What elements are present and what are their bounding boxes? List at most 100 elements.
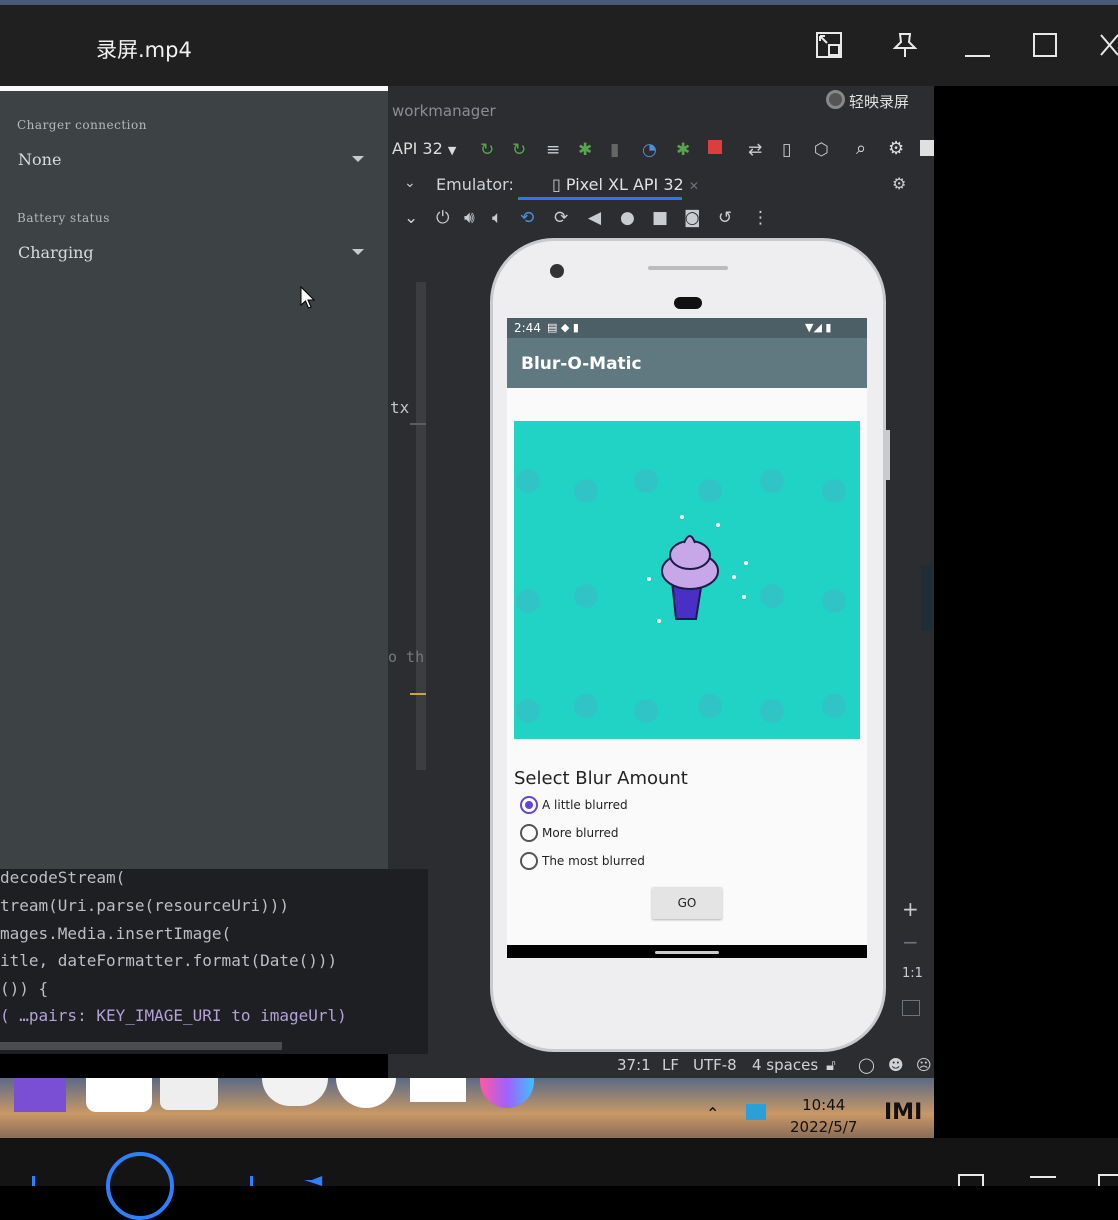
- go-button[interactable]: GO: [652, 887, 722, 919]
- select-blur-label: Select Blur Amount: [514, 768, 688, 789]
- attach-icon[interactable]: ▮: [610, 140, 619, 160]
- taskbar-app-icon[interactable]: [410, 1078, 466, 1102]
- attach-debugger-icon[interactable]: ✱: [676, 140, 690, 160]
- tab-pixel-xl[interactable]: ▯ Pixel XL API 32 ✕: [552, 175, 699, 194]
- apply-changes-icon[interactable]: ↻: [512, 140, 526, 160]
- sync-gradle-icon[interactable]: ⇄: [748, 140, 762, 160]
- battery-status-select[interactable]: Charging: [18, 243, 94, 262]
- side-panel-handle[interactable]: [921, 565, 933, 631]
- volume-down-icon[interactable]: 🔈︎: [492, 208, 502, 228]
- stop-icon[interactable]: [708, 140, 722, 154]
- zoom-actual-size-button[interactable]: 1:1: [902, 966, 923, 981]
- radio-most-blurred[interactable]: [520, 852, 538, 870]
- front-camera: [550, 264, 564, 278]
- power-side-button[interactable]: [886, 430, 890, 480]
- code-line: tream(Uri.parse(resourceUri))): [0, 896, 289, 915]
- rerun-icon[interactable]: ↻: [480, 140, 494, 160]
- avatar[interactable]: [920, 140, 934, 156]
- line-separator[interactable]: LF: [662, 1056, 679, 1074]
- logcat-icon[interactable]: ≡: [546, 140, 560, 160]
- picture-in-picture-icon[interactable]: [814, 30, 844, 60]
- option-label: More blurred: [542, 826, 619, 840]
- clock-time: 10:44: [802, 1096, 846, 1114]
- code-line: decodeStream(: [0, 868, 126, 887]
- rotate-left-icon[interactable]: ⟲: [520, 208, 534, 228]
- emulator-settings-icon[interactable]: ⚙: [892, 174, 906, 193]
- record-icon: [826, 90, 845, 109]
- minimize-icon[interactable]: [962, 30, 992, 60]
- more-icon[interactable]: ⋮: [752, 208, 769, 228]
- settings-gear-icon[interactable]: ⚙: [888, 138, 904, 159]
- feedback-happy-icon[interactable]: ☻: [888, 1056, 904, 1074]
- rotate-right-icon[interactable]: ⟳: [554, 208, 568, 228]
- device-selector[interactable]: API 32 ▼: [392, 139, 456, 158]
- volume-up-icon[interactable]: 🔊︎: [464, 208, 475, 228]
- tray-app-icon[interactable]: [746, 1104, 766, 1120]
- settings-sliders-icon[interactable]: [1030, 1176, 1056, 1188]
- overview-icon[interactable]: ■: [652, 208, 668, 228]
- vertical-scrollbar[interactable]: [416, 282, 426, 770]
- sdk-manager-icon[interactable]: ⬡: [814, 140, 829, 160]
- proximity-sensor: [674, 297, 702, 309]
- event-log-icon[interactable]: ◯: [858, 1056, 875, 1074]
- taskbar-app-icon[interactable]: [86, 1078, 152, 1112]
- zoom-out-button[interactable]: −: [902, 930, 919, 954]
- previous-icon[interactable]: [32, 1176, 57, 1186]
- radio-a-little-blurred[interactable]: [520, 796, 538, 814]
- charger-connection-select[interactable]: None: [18, 150, 61, 169]
- chevron-down-icon[interactable]: ⌄: [404, 175, 416, 191]
- back-icon[interactable]: ◀: [588, 208, 601, 228]
- mouse-cursor-icon: [300, 285, 316, 314]
- chevron-down-icon[interactable]: [352, 249, 364, 255]
- scroll-marker: [410, 423, 426, 425]
- close-icon[interactable]: [1098, 30, 1118, 60]
- app-title: Blur-O-Matic: [521, 354, 642, 374]
- code-line: ()) {: [0, 979, 49, 998]
- option-label: A little blurred: [542, 798, 628, 812]
- home-gesture-handle[interactable]: [655, 951, 719, 954]
- chevron-up-icon[interactable]: ⌃: [706, 1104, 719, 1123]
- profiler-icon[interactable]: ◔: [642, 140, 657, 160]
- device-screen[interactable]: 2:44 ▤ ◆ ▮ ▼◢ ▮ Blur-O-Matic Select Blur…: [507, 318, 867, 958]
- play-button[interactable]: [106, 1152, 174, 1220]
- panel-top-border: [0, 86, 388, 91]
- lock-icon[interactable]: 🔓︎: [826, 1056, 836, 1074]
- chevron-down-icon[interactable]: ⌄: [404, 208, 418, 228]
- debug-icon[interactable]: ✱: [578, 140, 592, 160]
- signal-battery-icon: ▼◢ ▮: [805, 321, 832, 334]
- taskbar-app-icon[interactable]: [160, 1078, 218, 1110]
- taskbar-clock[interactable]: 10:44 2022/5/7: [790, 1094, 857, 1138]
- code-fragment: tx: [390, 398, 410, 417]
- horizontal-scrollbar[interactable]: [0, 1042, 282, 1050]
- device-manager-icon[interactable]: ▯: [782, 140, 791, 160]
- search-icon[interactable]: ⌕: [856, 138, 866, 159]
- cupcake-image: [514, 421, 860, 739]
- zoom-in-button[interactable]: +: [902, 897, 919, 921]
- feedback-sad-icon[interactable]: ☹: [916, 1056, 932, 1074]
- home-icon[interactable]: ●: [620, 208, 635, 228]
- snapshot-icon[interactable]: ↺: [718, 208, 732, 228]
- file-encoding[interactable]: UTF-8: [693, 1056, 737, 1074]
- screenshot-icon[interactable]: ◙: [684, 208, 701, 228]
- chevron-down-icon[interactable]: [352, 156, 364, 162]
- power-icon[interactable]: ⏻: [436, 208, 449, 228]
- zoom-fit-icon[interactable]: [902, 1000, 920, 1016]
- visual-studio-icon[interactable]: [14, 1078, 66, 1112]
- speaker-grille: [648, 266, 728, 270]
- caret-position[interactable]: 37:1: [617, 1056, 651, 1074]
- pin-icon[interactable]: [890, 30, 920, 60]
- ide-toolbar: [388, 132, 934, 168]
- next-icon[interactable]: [228, 1176, 253, 1186]
- window-title: 录屏.mp4: [96, 38, 192, 62]
- indent-setting[interactable]: 4 spaces: [752, 1056, 818, 1074]
- close-tab-icon[interactable]: ✕: [689, 179, 699, 193]
- radio-more-blurred[interactable]: [520, 824, 538, 842]
- fullscreen-icon[interactable]: [1098, 1174, 1118, 1186]
- emulator-label: Emulator:: [436, 175, 514, 194]
- charger-connection-label: Charger connection: [17, 118, 147, 132]
- brand-logo: IMI: [884, 1100, 923, 1125]
- clock-date: 2022/5/7: [790, 1118, 858, 1136]
- extended-controls-panel: [0, 86, 388, 869]
- maximize-icon[interactable]: [1030, 30, 1060, 60]
- cast-icon[interactable]: [958, 1174, 984, 1186]
